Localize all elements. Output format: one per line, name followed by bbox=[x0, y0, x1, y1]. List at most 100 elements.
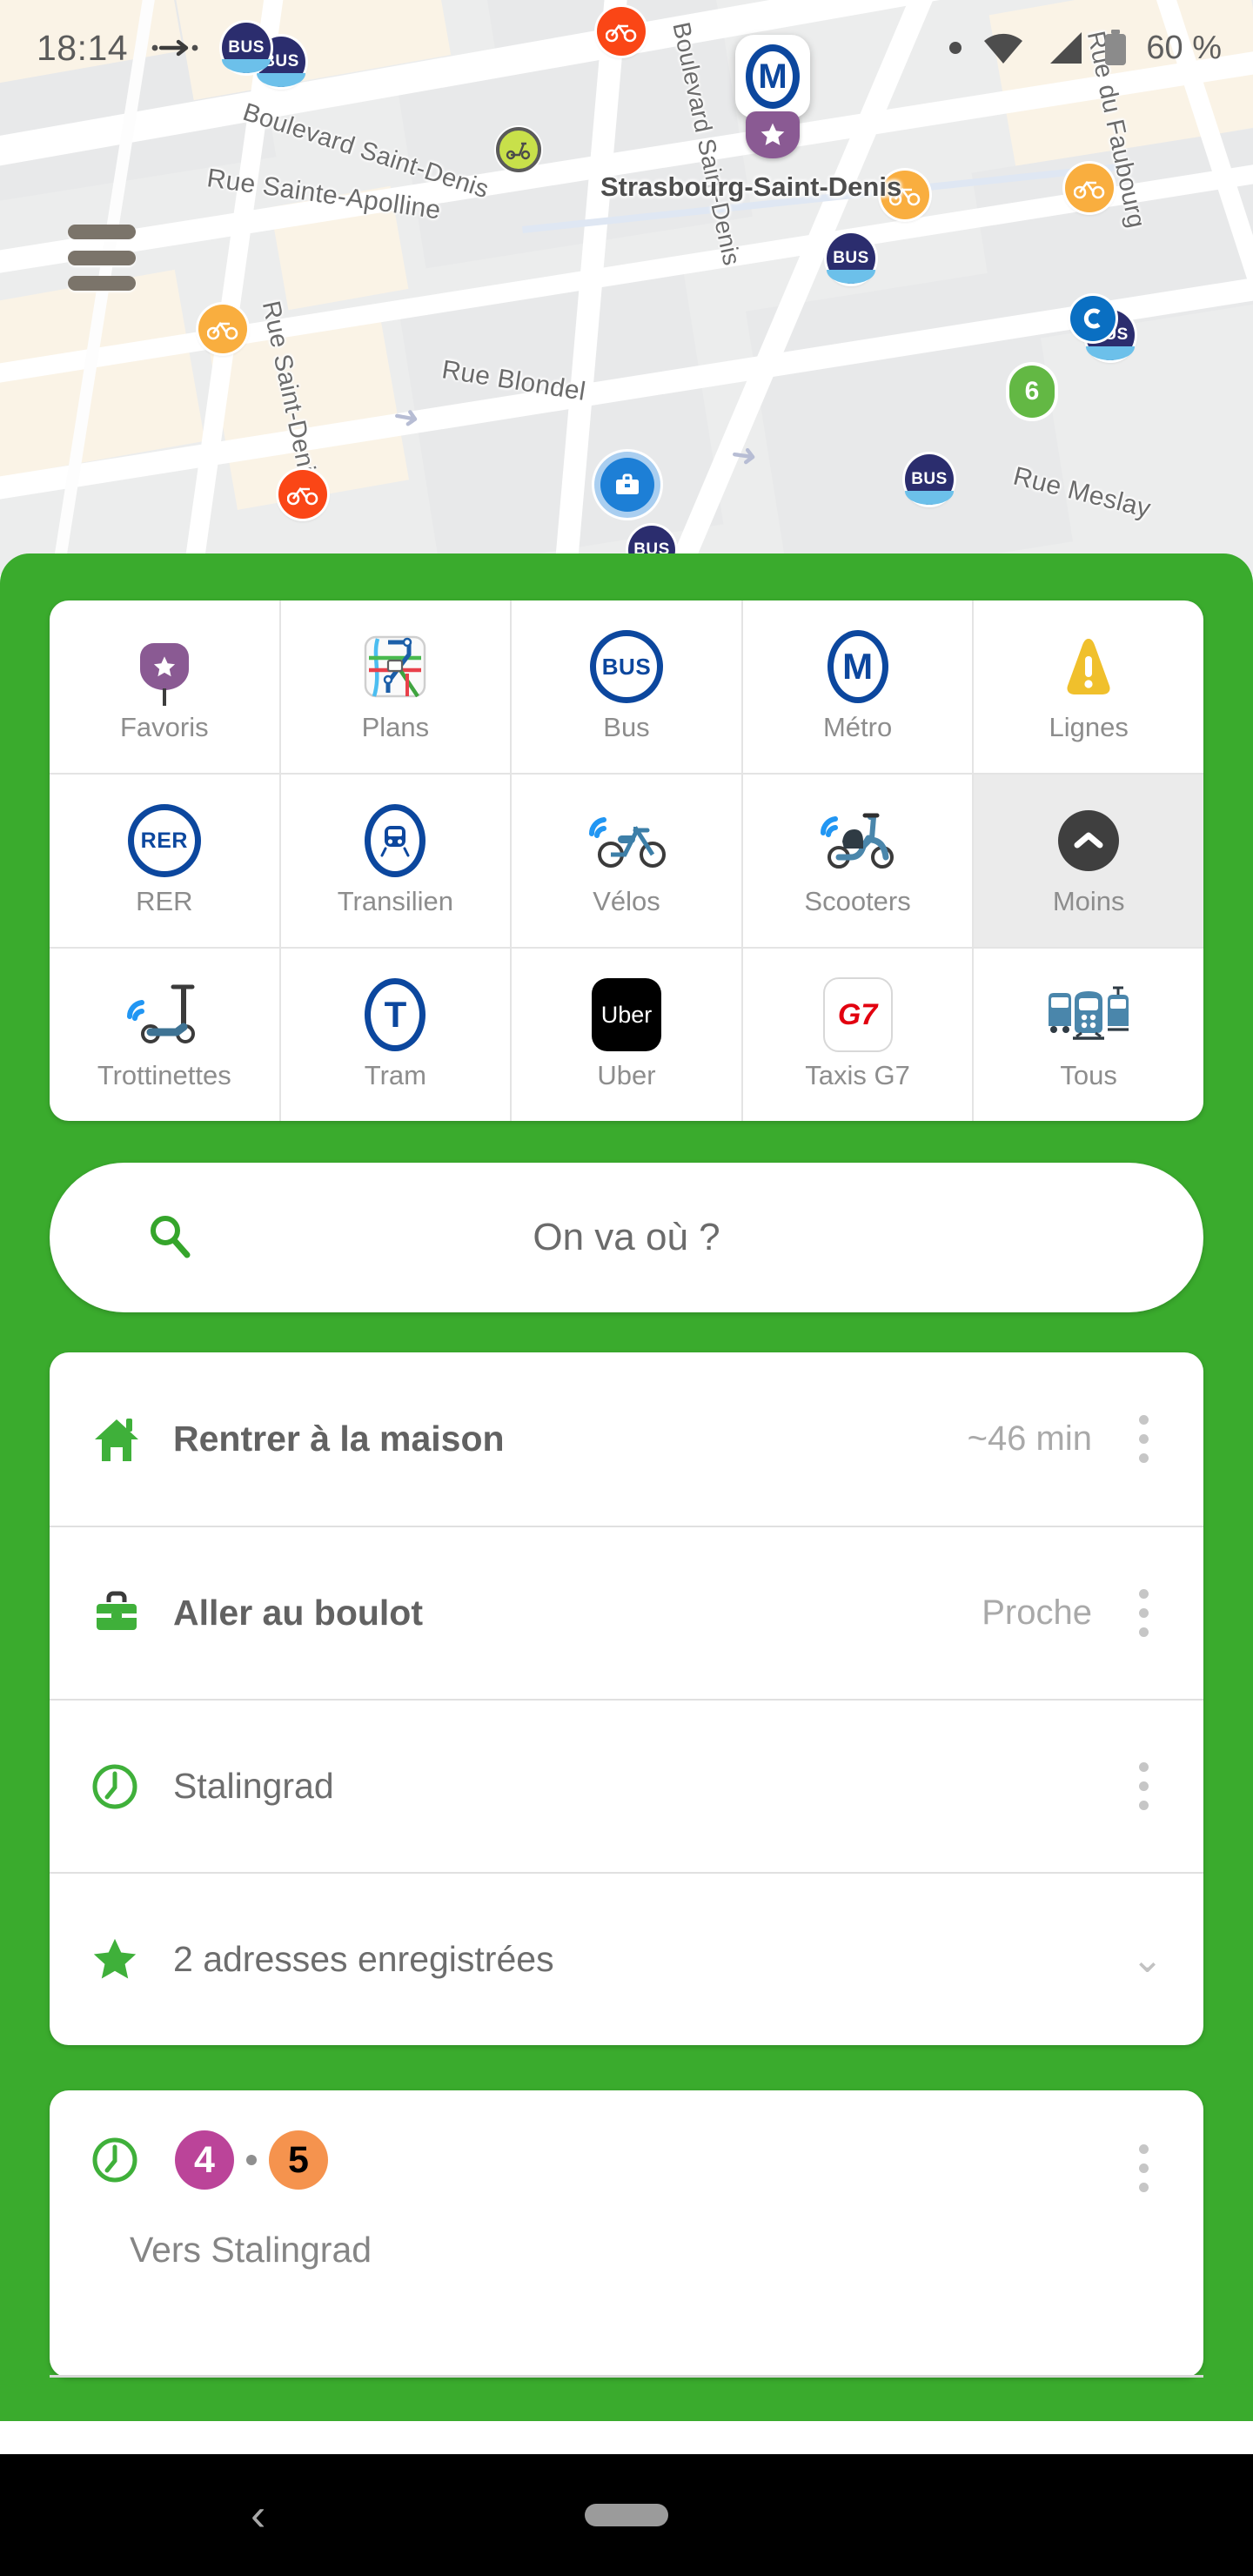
kick-scooter-icon bbox=[123, 978, 206, 1051]
map-pin-bike-red[interactable] bbox=[597, 7, 646, 56]
mode-cell-tram[interactable]: T Tram bbox=[278, 949, 511, 1121]
bus-ring-icon: BUS bbox=[589, 630, 663, 703]
favorites-list: Rentrer à la maison ~46 min Aller au bou… bbox=[50, 1352, 1203, 2045]
g7-logo-icon: G7 bbox=[822, 977, 893, 1052]
list-item-meta: ~46 min bbox=[967, 1419, 1092, 1458]
mode-cell-bus[interactable]: BUS Bus bbox=[510, 600, 741, 773]
hamburger-bar bbox=[68, 225, 136, 239]
list-item-work[interactable]: Aller au boulot Proche bbox=[50, 1526, 1203, 1699]
list-item-meta: Proche bbox=[982, 1593, 1092, 1632]
android-navigation-bar: ‹ bbox=[0, 2454, 1253, 2576]
list-item-title: 2 adresses enregistrées bbox=[173, 1939, 554, 1979]
mode-cell-transilien[interactable]: Transilien bbox=[278, 775, 511, 947]
hamburger-menu-icon[interactable] bbox=[68, 225, 136, 291]
uber-logo-icon: Uber bbox=[591, 978, 661, 1051]
line-badge-separator bbox=[246, 2155, 257, 2165]
recent-line-card[interactable]: 4 5 Vers Stalingrad bbox=[50, 2090, 1203, 2378]
search-icon bbox=[145, 1211, 194, 1265]
all-transport-icon bbox=[1043, 978, 1134, 1051]
metro-ring-icon: M bbox=[827, 630, 888, 703]
mode-label: Lignes bbox=[1049, 712, 1129, 742]
line-badges: 4 5 bbox=[175, 2130, 328, 2190]
map-plan-icon bbox=[362, 630, 428, 703]
map-pin-bike-orange[interactable] bbox=[198, 305, 247, 353]
panel-bottom-strip bbox=[0, 2421, 1253, 2454]
list-item-saved-addresses[interactable]: 2 adresses enregistrées ⌄ bbox=[50, 1872, 1203, 2045]
modes-row: Trottinettes T Tram Uber Uber G7 Taxis G… bbox=[50, 947, 1203, 1121]
mode-cell-velos[interactable]: Vélos bbox=[510, 775, 741, 947]
bus-pin-label: BUS bbox=[833, 249, 869, 267]
mode-label: Vélos bbox=[593, 886, 660, 916]
star-icon bbox=[90, 1935, 173, 1985]
mode-cell-metro[interactable]: M Métro bbox=[740, 600, 973, 773]
map-pin-bike-orange[interactable] bbox=[1065, 164, 1114, 212]
kebab-menu-icon[interactable] bbox=[1123, 1762, 1163, 1810]
search-bar[interactable]: On va où ? bbox=[50, 1163, 1203, 1312]
modes-row: RER RER Transilien Vélos Scooters Moins bbox=[50, 773, 1203, 947]
rer-ring-label: RER bbox=[140, 828, 188, 853]
list-item-home[interactable]: Rentrer à la maison ~46 min bbox=[50, 1352, 1203, 1526]
line-badge-4: 4 bbox=[175, 2130, 234, 2190]
mode-cell-trottinettes[interactable]: Trottinettes bbox=[50, 949, 279, 1121]
map-pin-bus[interactable]: BUS bbox=[257, 37, 305, 87]
hamburger-bar bbox=[68, 250, 136, 265]
kebab-menu-icon[interactable] bbox=[1123, 1589, 1163, 1637]
transilien-ring-icon bbox=[365, 804, 426, 877]
list-item-title: Aller au boulot bbox=[173, 1593, 423, 1633]
one-way-arrow-icon: ➜ bbox=[728, 435, 760, 474]
briefcase-icon bbox=[90, 1587, 173, 1640]
chevron-up-circle-icon bbox=[1058, 804, 1120, 877]
mode-label: RER bbox=[136, 886, 193, 916]
metro-marker-letter: M bbox=[758, 57, 787, 96]
map-pin-bus[interactable]: BUS bbox=[827, 233, 875, 284]
kebab-menu-icon[interactable] bbox=[1123, 2144, 1163, 2192]
hamburger-bar bbox=[68, 276, 136, 291]
mode-cell-scooters[interactable]: Scooters bbox=[740, 775, 973, 947]
home-pill-icon[interactable] bbox=[585, 2504, 668, 2526]
metro-ring-label: M bbox=[842, 646, 874, 687]
modes-row: Favoris Plans BUS Bus M Métro Lignes bbox=[50, 600, 1203, 773]
star-pin-icon bbox=[746, 111, 800, 158]
mode-cell-taxis-g7[interactable]: G7 Taxis G7 bbox=[740, 949, 973, 1121]
transport-modes-grid: Favoris Plans BUS Bus M Métro Lignes RER… bbox=[50, 600, 1203, 1121]
map-view[interactable]: Boulevard Saint-Denis Rue Sainte-Apollin… bbox=[0, 0, 1253, 574]
recent-line-subtitle: Vers Stalingrad bbox=[130, 2230, 372, 2270]
bus-pin-label: BUS bbox=[263, 52, 299, 70]
card-divider bbox=[50, 2375, 1203, 2378]
list-item-title: Rentrer à la maison bbox=[173, 1419, 505, 1459]
map-pin-bike-red[interactable] bbox=[278, 470, 327, 519]
mode-cell-moins[interactable]: Moins bbox=[972, 775, 1203, 947]
mode-label: Tram bbox=[364, 1060, 426, 1090]
mode-cell-plans[interactable]: Plans bbox=[278, 600, 511, 773]
kebab-menu-icon[interactable] bbox=[1123, 1415, 1163, 1463]
home-icon bbox=[90, 1412, 173, 1466]
mode-label: Plans bbox=[361, 712, 430, 742]
mode-cell-favoris[interactable]: Favoris bbox=[50, 600, 279, 773]
rer-ring-icon: RER bbox=[127, 804, 201, 877]
map-pin-bus[interactable]: BUS bbox=[905, 454, 954, 505]
star-pin-icon bbox=[139, 630, 189, 706]
mode-cell-lignes[interactable]: Lignes bbox=[972, 600, 1203, 773]
mode-cell-rer[interactable]: RER RER bbox=[50, 775, 279, 947]
map-pin-work[interactable] bbox=[600, 458, 654, 512]
back-chevron-icon[interactable]: ‹ bbox=[251, 2492, 265, 2538]
map-marker-metro-station[interactable]: M bbox=[735, 35, 810, 158]
mode-label: Transilien bbox=[337, 886, 453, 916]
tram-ring-label: T bbox=[384, 994, 407, 1035]
clock-icon bbox=[90, 1761, 173, 1812]
map-station-label: Strasbourg-Saint-Denis bbox=[600, 171, 902, 202]
list-item-title: Stalingrad bbox=[173, 1766, 334, 1806]
mode-label: Uber bbox=[597, 1060, 656, 1090]
metro-marker-card: M bbox=[735, 35, 810, 118]
map-pin-stop-6[interactable]: 6 bbox=[1009, 366, 1055, 418]
line-badge-5: 5 bbox=[269, 2130, 328, 2190]
mode-cell-tous[interactable]: Tous bbox=[972, 949, 1203, 1121]
bottom-sheet-panel: Favoris Plans BUS Bus M Métro Lignes RER… bbox=[0, 553, 1253, 2458]
map-pin-velib[interactable] bbox=[1070, 296, 1116, 341]
phone-screen: Boulevard Saint-Denis Rue Sainte-Apollin… bbox=[0, 0, 1253, 2576]
chevron-down-icon[interactable]: ⌄ bbox=[1131, 1940, 1163, 1979]
map-pin-scooter-station[interactable] bbox=[496, 127, 541, 172]
mode-label: Scooters bbox=[804, 886, 911, 916]
mode-cell-uber[interactable]: Uber Uber bbox=[510, 949, 741, 1121]
list-item-recent-stalingrad[interactable]: Stalingrad bbox=[50, 1699, 1203, 1872]
